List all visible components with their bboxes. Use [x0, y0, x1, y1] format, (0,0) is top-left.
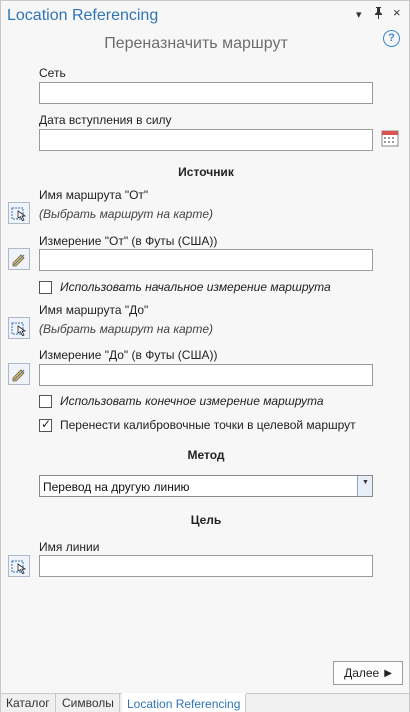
- play-arrow-icon: ▶: [384, 667, 392, 679]
- network-label: Сеть: [39, 66, 66, 80]
- calendar-icon[interactable]: [381, 129, 399, 150]
- pick-from-measure-tool-icon[interactable]: [8, 248, 30, 270]
- select-from-route-tool-icon[interactable]: [8, 202, 30, 224]
- from-route-label: Имя маршрута "От": [39, 188, 149, 202]
- select-to-route-tool-icon[interactable]: [8, 317, 30, 339]
- pin-icon[interactable]: [374, 7, 383, 22]
- transfer-calibration-checkbox[interactable]: ✓: [39, 416, 52, 432]
- help-icon[interactable]: ?: [383, 30, 400, 47]
- from-measure-label: Измерение "От" (в Футы (США)): [39, 234, 218, 248]
- checkmark-icon: ✓: [41, 416, 52, 431]
- geoprocessing-pane: Location Referencing ▾ × Переназначить м…: [0, 0, 410, 712]
- network-field[interactable]: [39, 82, 373, 104]
- to-measure-field[interactable]: [39, 364, 373, 386]
- tab-symbology[interactable]: Символы: [57, 694, 120, 712]
- pick-to-measure-tool-icon[interactable]: [8, 363, 30, 385]
- use-start-measure-checkbox[interactable]: [39, 280, 52, 294]
- tab-location-referencing[interactable]: Location Referencing: [122, 693, 247, 712]
- pane-title: Location Referencing: [7, 7, 159, 24]
- use-start-measure-label: Использовать начальное измерение маршрут…: [60, 280, 331, 294]
- next-button-label: Далее: [344, 666, 380, 680]
- select-line-tool-icon[interactable]: [8, 555, 30, 577]
- to-measure-label: Измерение "До" (в Футы (США)): [39, 348, 218, 362]
- line-name-field[interactable]: [39, 555, 373, 577]
- pane-titlebar: Location Referencing ▾ ×: [1, 1, 409, 33]
- use-end-measure-option[interactable]: Использовать конечное измерение маршрута: [39, 393, 324, 409]
- line-name-label: Имя линии: [39, 540, 100, 554]
- method-section-header: Метод: [187, 448, 225, 462]
- from-route-hint: (Выбрать маршрут на карте): [39, 207, 213, 221]
- tab-catalog[interactable]: Каталог: [1, 694, 56, 712]
- next-button[interactable]: Далее ▶: [333, 661, 403, 685]
- effective-date-label: Дата вступления в силу: [39, 113, 172, 127]
- method-selected-value: Перевод на другую линию: [43, 480, 190, 494]
- pane-tab-bar: Каталог Символы Location Referencing: [1, 693, 409, 712]
- from-measure-field[interactable]: [39, 249, 373, 271]
- dropdown-arrow-icon[interactable]: ▼: [357, 476, 372, 496]
- close-icon[interactable]: ×: [393, 5, 401, 20]
- use-end-measure-label: Использовать конечное измерение маршрута: [60, 394, 324, 408]
- effective-date-field[interactable]: [39, 129, 373, 151]
- to-route-label: Имя маршрута "До": [39, 303, 149, 317]
- pane-menu-icon[interactable]: ▾: [356, 8, 362, 21]
- use-start-measure-option[interactable]: Использовать начальное измерение маршрут…: [39, 279, 331, 295]
- use-end-measure-checkbox[interactable]: [39, 394, 52, 408]
- transfer-calibration-label: Перенести калибровочные точки в целевой …: [60, 418, 356, 432]
- target-section-header: Цель: [190, 513, 222, 527]
- to-route-hint: (Выбрать маршрут на карте): [39, 322, 213, 336]
- tool-title: Переназначить маршрут: [104, 35, 288, 52]
- method-dropdown[interactable]: Перевод на другую линию ▼: [39, 475, 373, 497]
- source-section-header: Источник: [178, 165, 234, 179]
- transfer-calibration-option[interactable]: ✓ Перенести калибровочные точки в целево…: [39, 417, 356, 433]
